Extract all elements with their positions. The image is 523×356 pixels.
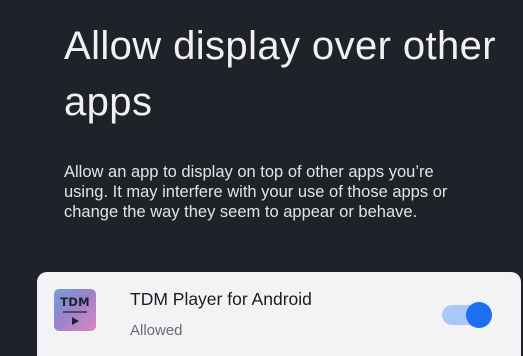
page-title: Allow display over other apps	[64, 24, 497, 124]
tdm-player-app-icon: TDM	[54, 289, 96, 331]
toggle-thumb	[466, 302, 492, 328]
app-permission-status: Allowed	[130, 322, 183, 339]
app-icon-stripe	[63, 311, 87, 313]
page-description: Allow an app to display on top of other …	[64, 163, 448, 221]
settings-screen: Allow display over other apps Allow an a…	[0, 0, 523, 356]
app-name: TDM Player for Android	[130, 289, 312, 309]
app-list-item-tdm-player[interactable]: TDM TDM Player for Android Allowed	[37, 272, 521, 356]
app-icon-label: TDM	[60, 295, 90, 309]
allow-display-toggle[interactable]	[442, 302, 492, 328]
play-icon	[72, 317, 79, 325]
